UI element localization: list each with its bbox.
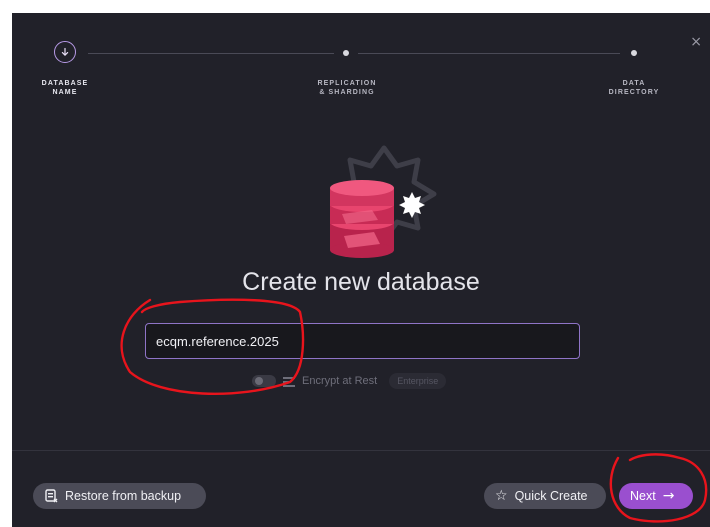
arrow-right-icon: → bbox=[662, 488, 675, 504]
step-label-replication: REPLICATION & SHARDING bbox=[317, 80, 377, 96]
create-database-dialog: × DATABASE NAME REPLICATION & SHARDING D… bbox=[12, 13, 710, 527]
restore-from-backup-button[interactable]: Restore from backup bbox=[33, 483, 206, 509]
next-button[interactable]: Next → bbox=[619, 483, 693, 509]
footer-divider bbox=[12, 450, 710, 451]
encrypt-label: Encrypt at Rest bbox=[302, 375, 378, 387]
step-data-directory-dot[interactable] bbox=[631, 50, 637, 56]
close-icon[interactable]: × bbox=[690, 35, 702, 49]
enterprise-badge: Enterprise bbox=[389, 373, 447, 389]
step-database-name-indicator[interactable] bbox=[54, 41, 76, 63]
arrow-down-icon bbox=[61, 47, 69, 57]
next-label: Next bbox=[630, 489, 656, 503]
encrypt-at-rest-row: Encrypt at Rest Enterprise bbox=[252, 373, 447, 389]
encrypt-icon bbox=[283, 376, 295, 387]
database-name-input[interactable] bbox=[145, 323, 580, 359]
step-replication-dot[interactable] bbox=[343, 50, 349, 56]
step-label-data-directory: DATA DIRECTORY bbox=[608, 80, 660, 96]
encrypt-toggle[interactable] bbox=[252, 375, 276, 387]
database-illustration-icon bbox=[330, 145, 437, 258]
star-icon: ☆ bbox=[495, 488, 508, 504]
stepper-connector bbox=[358, 53, 620, 54]
stepper-connector bbox=[88, 53, 334, 54]
step-label-database-name: DATABASE NAME bbox=[41, 80, 89, 96]
quick-create-button[interactable]: ☆ Quick Create bbox=[484, 483, 606, 509]
restore-icon bbox=[45, 489, 58, 503]
restore-label: Restore from backup bbox=[65, 489, 182, 503]
quick-create-label: Quick Create bbox=[514, 489, 588, 503]
page-title: Create new database bbox=[242, 268, 480, 296]
